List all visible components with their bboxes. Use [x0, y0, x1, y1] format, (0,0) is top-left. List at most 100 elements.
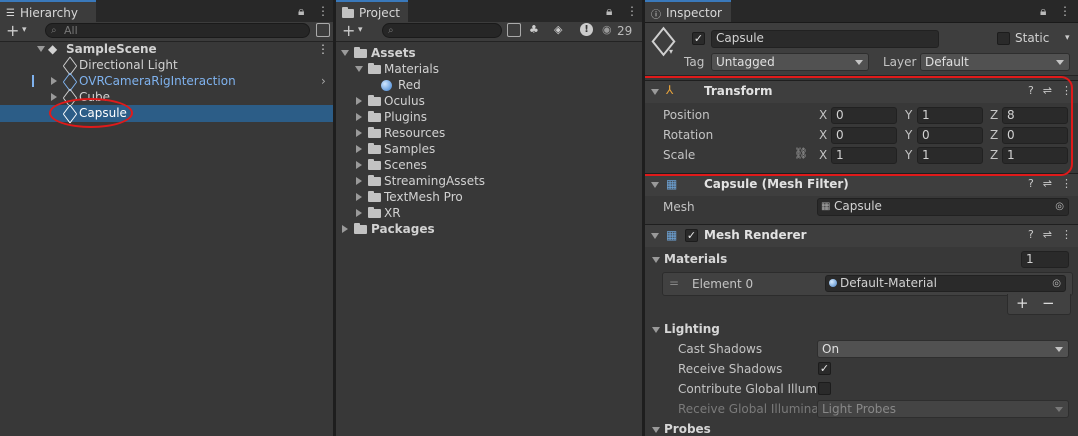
- tab-inspector[interactable]: ⓘ Inspector: [645, 0, 731, 22]
- tab-hierarchy[interactable]: ☰ Hierarchy: [0, 0, 96, 22]
- error-icon[interactable]: !: [580, 23, 593, 36]
- search-by-type-icon[interactable]: [507, 23, 521, 37]
- icon-dropdown-arrow-icon[interactable]: ▾: [669, 47, 673, 56]
- add-icon[interactable]: +: [342, 21, 355, 40]
- help-icon[interactable]: ?: [1028, 228, 1034, 241]
- tab-project[interactable]: Project: [336, 0, 408, 22]
- presets-icon[interactable]: ⇌: [1043, 177, 1052, 190]
- packages-folder[interactable]: Packages: [336, 221, 642, 237]
- hierarchy-item-ovrcamerariginteraction[interactable]: OVRCameraRigInteraction ›: [0, 72, 333, 92]
- eye-icon[interactable]: ◉: [602, 23, 612, 36]
- expand-icon[interactable]: [651, 233, 659, 239]
- mesh-renderer-header[interactable]: ▦ ✓ Mesh Renderer ? ⇌ ⋮: [645, 224, 1078, 247]
- active-checkbox[interactable]: ✓: [692, 32, 705, 45]
- collapsed-icon[interactable]: [51, 77, 57, 85]
- expand-icon[interactable]: [651, 89, 659, 95]
- dropdown-arrow-icon[interactable]: ▾: [358, 25, 363, 35]
- folder-plugins[interactable]: Plugins: [336, 109, 642, 125]
- chevron-right-icon[interactable]: ›: [321, 73, 326, 89]
- position-y-field[interactable]: 1: [917, 107, 983, 124]
- folder-textmesh-pro[interactable]: TextMesh Pro: [336, 189, 642, 205]
- static-checkbox[interactable]: [997, 32, 1010, 45]
- label-icon[interactable]: ◈: [554, 23, 562, 36]
- presets-icon[interactable]: ⇌: [1043, 84, 1052, 97]
- collapsed-icon[interactable]: [356, 145, 362, 153]
- materials-count-field[interactable]: 1: [1021, 251, 1069, 268]
- hierarchy-item-cube[interactable]: Cube: [0, 88, 333, 108]
- add-icon[interactable]: +: [6, 21, 19, 40]
- hierarchy-item-capsule[interactable]: Capsule: [0, 104, 333, 124]
- collapsed-icon[interactable]: [356, 97, 362, 105]
- object-name-field[interactable]: Capsule: [711, 30, 939, 48]
- tag-dropdown[interactable]: Untagged: [711, 53, 869, 71]
- mesh-renderer-enabled-checkbox[interactable]: ✓: [685, 229, 698, 242]
- lighting-expand-icon[interactable]: [652, 327, 660, 333]
- rotation-y-field[interactable]: 0: [917, 127, 983, 144]
- expand-icon[interactable]: [341, 50, 349, 56]
- material-red[interactable]: Red: [336, 77, 642, 93]
- static-dropdown-icon[interactable]: ▾: [1065, 33, 1070, 43]
- lock-icon[interactable]: 🔒︎: [298, 4, 304, 19]
- project-search-input[interactable]: ⌕: [382, 23, 502, 38]
- kebab-menu-icon[interactable]: ⋮: [1059, 4, 1071, 18]
- kebab-menu-icon[interactable]: ⋮: [626, 4, 638, 18]
- folder-oculus[interactable]: Oculus: [336, 93, 642, 109]
- object-picker-icon[interactable]: ◎: [1052, 276, 1061, 291]
- constrain-proportions-icon[interactable]: ⛓︎: [794, 147, 808, 160]
- expand-icon[interactable]: [355, 66, 363, 72]
- search-input[interactable]: ⌕ All: [45, 23, 310, 38]
- folder-resources[interactable]: Resources: [336, 125, 642, 141]
- position-z-field[interactable]: 8: [1002, 107, 1068, 124]
- receive-shadows-checkbox[interactable]: ✓: [818, 362, 831, 375]
- filter-type-icon[interactable]: ♣: [529, 23, 539, 36]
- help-icon[interactable]: ?: [1028, 177, 1034, 190]
- remove-element-icon[interactable]: −: [1042, 294, 1055, 312]
- probes-expand-icon[interactable]: [652, 427, 660, 433]
- component-menu-icon[interactable]: ⋮: [1061, 177, 1072, 190]
- layer-dropdown[interactable]: Default: [920, 53, 1070, 71]
- collapsed-icon[interactable]: [51, 93, 57, 101]
- collapsed-icon[interactable]: [356, 113, 362, 121]
- rotation-x-field[interactable]: 0: [831, 127, 897, 144]
- element-0-field[interactable]: Default-Material ◎: [825, 275, 1066, 292]
- scene-visibility-icon[interactable]: [316, 23, 330, 37]
- component-menu-icon[interactable]: ⋮: [1061, 84, 1072, 97]
- object-picker-icon[interactable]: ◎: [1055, 199, 1064, 214]
- mesh-filter-header[interactable]: ▦ Capsule (Mesh Filter) ? ⇌ ⋮: [645, 173, 1078, 196]
- contribute-gi-checkbox[interactable]: [818, 382, 831, 395]
- expand-icon[interactable]: [651, 182, 659, 188]
- drag-handle-icon[interactable]: =: [669, 276, 679, 290]
- scale-y-field[interactable]: 1: [917, 147, 983, 164]
- rotation-z-field[interactable]: 0: [1002, 127, 1068, 144]
- help-icon[interactable]: ?: [1028, 84, 1034, 97]
- folder-samples[interactable]: Samples: [336, 141, 642, 157]
- scene-row[interactable]: ◆ SampleScene ⋮: [0, 41, 333, 57]
- kebab-menu-icon[interactable]: ⋮: [317, 4, 329, 18]
- collapsed-icon[interactable]: [356, 177, 362, 185]
- dropdown-arrow-icon[interactable]: ▾: [22, 25, 27, 35]
- scene-menu-icon[interactable]: ⋮: [317, 41, 329, 57]
- component-menu-icon[interactable]: ⋮: [1061, 228, 1072, 241]
- presets-icon[interactable]: ⇌: [1043, 228, 1052, 241]
- collapsed-icon[interactable]: [356, 161, 362, 169]
- expand-icon[interactable]: [37, 46, 45, 52]
- collapsed-icon[interactable]: [356, 193, 362, 201]
- collapsed-icon[interactable]: [356, 209, 362, 217]
- scale-x-field[interactable]: 1: [831, 147, 897, 164]
- scale-z-field[interactable]: 1: [1002, 147, 1068, 164]
- collapsed-icon[interactable]: [356, 129, 362, 137]
- position-x-field[interactable]: 0: [831, 107, 897, 124]
- add-element-icon[interactable]: +: [1016, 294, 1029, 312]
- materials-folder[interactable]: Materials: [336, 61, 642, 77]
- materials-expand-icon[interactable]: [652, 257, 660, 263]
- cast-shadows-dropdown[interactable]: On: [817, 340, 1069, 358]
- transform-header[interactable]: ⅄ Transform ? ⇌ ⋮: [645, 80, 1078, 103]
- assets-folder[interactable]: Assets: [336, 45, 642, 61]
- lock-icon[interactable]: 🔒︎: [606, 4, 612, 19]
- folder-scenes[interactable]: Scenes: [336, 157, 642, 173]
- collapsed-icon[interactable]: [342, 225, 348, 233]
- folder-xr[interactable]: XR: [336, 205, 642, 221]
- hierarchy-item-directional-light[interactable]: Directional Light: [0, 56, 333, 76]
- folder-streamingassets[interactable]: StreamingAssets: [336, 173, 642, 189]
- lock-icon[interactable]: 🔒︎: [1040, 4, 1046, 19]
